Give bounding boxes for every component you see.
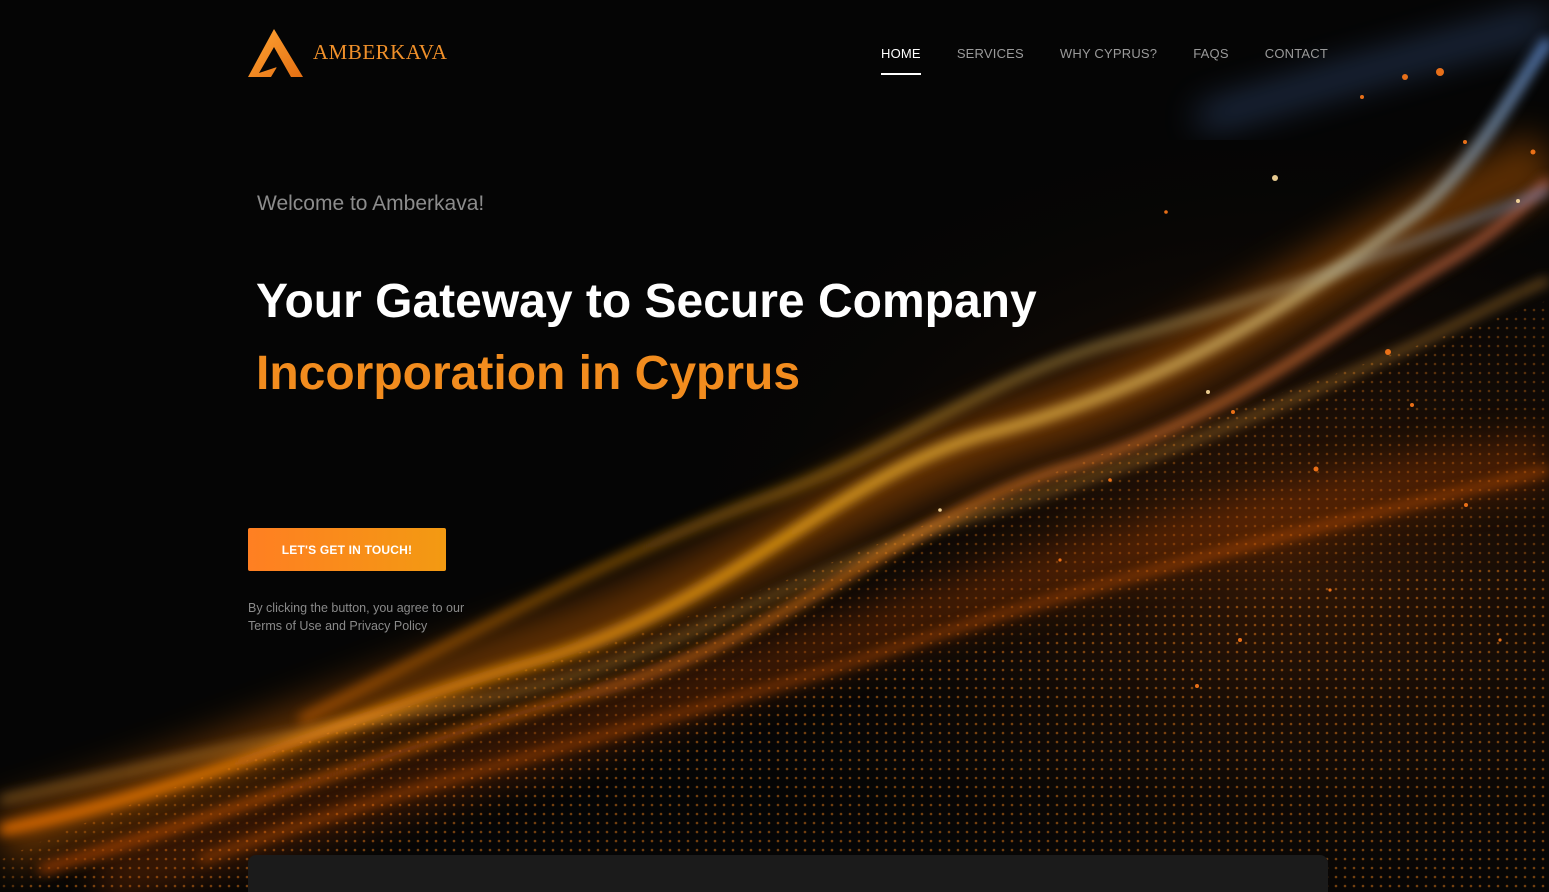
site-header: AMBERKAVA HOME SERVICES WHY CYPRUS? FAQS… [0,0,1549,110]
content-panel [248,855,1328,892]
headline-line-1: Your Gateway to Secure Company [256,275,1037,328]
nav-item-why-cyprus[interactable]: WHY CYPRUS? [1060,46,1157,61]
nav-item-services[interactable]: SERVICES [957,46,1024,61]
amber-a-logo-icon [248,29,303,77]
terms-disclaimer: By clicking the button, you agree to our… [248,601,465,633]
nav-item-home[interactable]: HOME [881,46,921,75]
get-in-touch-button[interactable]: LET'S GET IN TOUCH! [248,528,446,571]
welcome-text: Welcome to Amberkava! [257,192,485,215]
brand-logo[interactable]: AMBERKAVA [247,27,447,79]
landing-page: AMBERKAVA HOME SERVICES WHY CYPRUS? FAQS… [0,0,1549,892]
brand-name: AMBERKAVA [313,39,448,64]
nav-item-contact[interactable]: CONTACT [1265,46,1328,61]
hero-section: Welcome to Amberkava! Your Gateway to Se… [0,0,1549,892]
nav-item-faqs[interactable]: FAQS [1193,46,1228,61]
main-nav: HOME SERVICES WHY CYPRUS? FAQS CONTACT [881,46,1328,75]
headline-line-2: Incorporation in Cyprus [256,347,801,400]
